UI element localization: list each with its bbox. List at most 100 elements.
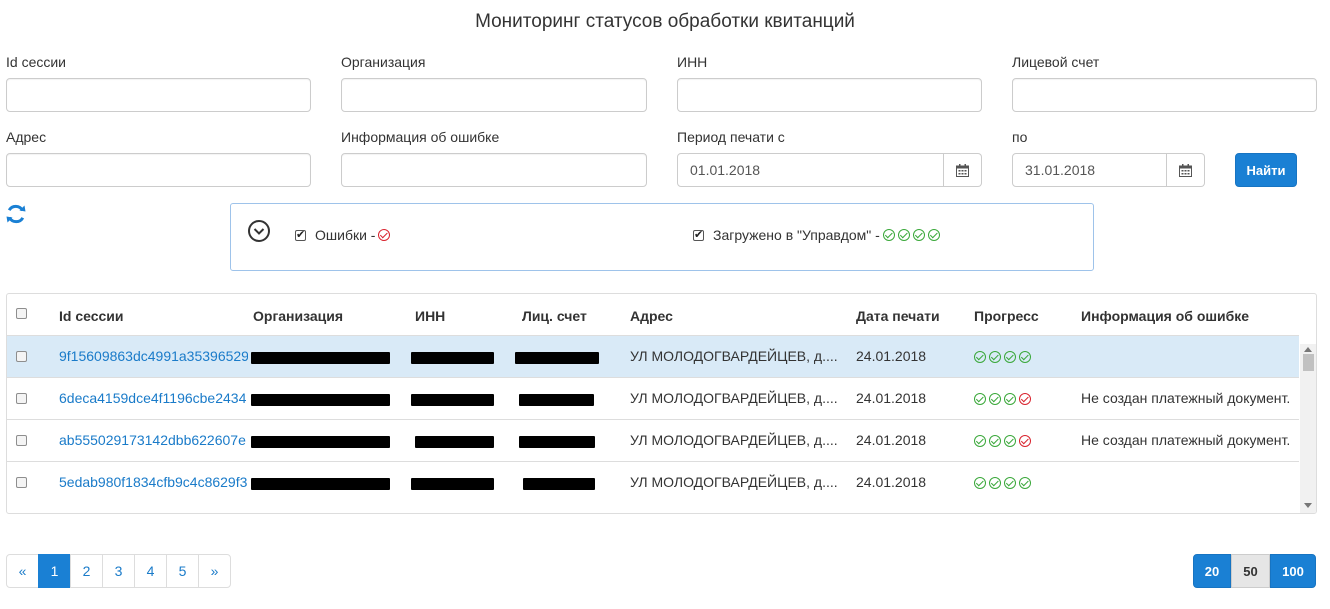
redacted-account [519, 394, 594, 406]
ok-status-icon [974, 393, 986, 406]
calendar-icon [1179, 163, 1192, 177]
page-button-2[interactable]: 2 [70, 554, 103, 588]
ok-status-icon [1004, 477, 1016, 490]
header-inn[interactable]: ИНН [415, 308, 445, 324]
account-input[interactable] [1012, 78, 1317, 112]
session-id-link[interactable]: 9f15609863dc4991a35396529 [59, 336, 248, 377]
header-print-date[interactable]: Дата печати [856, 308, 940, 324]
page-button-3[interactable]: 3 [102, 554, 135, 588]
print-date-cell: 24.01.2018 [856, 390, 927, 406]
page-button-5[interactable]: 5 [166, 554, 199, 588]
ok-status-icon [974, 351, 986, 364]
legend-panel: Ошибки - Загружено в "Управдом" - [230, 203, 1094, 271]
redacted-org [251, 352, 390, 364]
header-org[interactable]: Организация [253, 308, 343, 324]
ok-status-icon [989, 477, 1001, 490]
redacted-inn [415, 436, 494, 448]
error-status-icon [1019, 435, 1031, 448]
session-id-link[interactable]: 6deca4159dce4f1196cbe2434 [59, 378, 248, 419]
session-id-link[interactable]: 5edab980f1834cfb9c4c8629f3 [59, 462, 248, 503]
header-session-id[interactable]: Id сессии [59, 308, 124, 324]
table-row[interactable]: ab555029173142dbb622607e УЛ МОЛОДОГВАРДЕЙ… [7, 419, 1299, 461]
org-label: Организация [341, 54, 426, 70]
ok-status-icon [1004, 351, 1016, 364]
redacted-org [251, 436, 390, 448]
ok-status-icon [974, 435, 986, 448]
redacted-org [251, 478, 390, 490]
row-checkbox[interactable] [16, 351, 27, 362]
period-to-label: по [1012, 129, 1028, 145]
refresh-icon[interactable] [5, 203, 27, 225]
find-button[interactable]: Найти [1235, 153, 1297, 187]
scroll-up-icon[interactable] [1304, 347, 1312, 352]
prev-page-button[interactable]: « [6, 554, 39, 588]
ok-status-icon [989, 393, 1001, 406]
error-info-label: Информация об ошибке [341, 129, 500, 145]
collapse-toggle-icon[interactable] [247, 219, 271, 243]
ok-status-icon [1004, 435, 1016, 448]
session-id-link[interactable]: ab555029173142dbb622607e [59, 420, 248, 461]
progress-cell [974, 462, 1074, 503]
page-size-group: 20 50 100 [1193, 554, 1316, 588]
error-info-input[interactable] [341, 153, 647, 187]
ok-status-icon [989, 351, 1001, 364]
error-info-cell [1081, 336, 1299, 377]
row-checkbox[interactable] [16, 435, 27, 446]
redacted-account [523, 478, 595, 490]
row-checkbox[interactable] [16, 393, 27, 404]
date-from-input[interactable]: 01.01.2018 [677, 153, 944, 187]
error-info-cell: Не создан платежный документ. [1081, 390, 1291, 406]
next-page-button[interactable]: » [198, 554, 231, 588]
redacted-inn [411, 394, 494, 406]
page-button-1[interactable]: 1 [38, 554, 71, 588]
calendar-icon [956, 163, 969, 177]
error-status-icon [1019, 393, 1031, 406]
page-title: Мониторинг статусов обработки квитанций [475, 11, 855, 32]
error-status-icon [378, 229, 391, 241]
redacted-account [515, 352, 599, 364]
sessions-table: Id сессии Организация ИНН Лиц. счет Адре… [6, 293, 1317, 514]
table-row[interactable]: 5edab980f1834cfb9c4c8629f3 УЛ МОЛОДОГВАРД… [7, 461, 1299, 503]
org-input[interactable] [341, 78, 647, 112]
row-checkbox[interactable] [16, 477, 27, 488]
progress-cell [974, 420, 1074, 461]
uploaded-checkbox[interactable] [693, 228, 704, 241]
errors-checkbox[interactable] [295, 228, 306, 241]
table-scrollbar[interactable] [1300, 344, 1316, 513]
ok-status-icon [974, 477, 986, 490]
select-all-checkbox[interactable] [16, 308, 27, 319]
ok-status-icon [989, 435, 1001, 448]
print-date-cell: 24.01.2018 [856, 474, 927, 490]
session-id-input[interactable] [6, 78, 311, 112]
page-button-4[interactable]: 4 [134, 554, 167, 588]
ok-status-icon [912, 229, 925, 241]
date-to-calendar-button[interactable] [1167, 153, 1205, 187]
header-account[interactable]: Лиц. счет [522, 308, 587, 324]
progress-cell [974, 336, 1074, 377]
inn-label: ИНН [677, 54, 708, 70]
address-cell: УЛ МОЛОДОГВАРДЕЙЦЕВ, д.... [630, 432, 838, 448]
page-size-50-button[interactable]: 50 [1231, 554, 1270, 588]
page-size-20-button[interactable]: 20 [1193, 554, 1231, 588]
table-row[interactable]: 6deca4159dce4f1196cbe2434 УЛ МОЛОДОГВАРДЕ… [7, 377, 1299, 419]
uploaded-label: Загружено в "Управдом" - [713, 227, 880, 243]
error-info-cell: Не создан платежный документ. [1081, 432, 1291, 448]
date-to-input[interactable]: 31.01.2018 [1012, 153, 1167, 187]
scroll-down-icon[interactable] [1304, 503, 1312, 508]
date-from-calendar-button[interactable] [944, 153, 982, 187]
address-label: Адрес [6, 129, 47, 145]
account-label: Лицевой счет [1012, 54, 1100, 70]
header-error-info[interactable]: Информация об ошибке [1081, 308, 1249, 324]
address-input[interactable] [6, 153, 311, 187]
header-progress[interactable]: Прогресс [974, 308, 1039, 324]
ok-status-icon [897, 229, 910, 241]
page-size-100-button[interactable]: 100 [1270, 554, 1316, 588]
session-id-label: Id сессии [6, 54, 66, 70]
inn-input[interactable] [677, 78, 982, 112]
header-address[interactable]: Адрес [630, 308, 673, 324]
ok-status-icon [1019, 351, 1031, 364]
legend-errors: Ошибки - [295, 227, 393, 243]
scroll-thumb[interactable] [1303, 354, 1314, 371]
redacted-inn [411, 352, 494, 364]
table-row[interactable]: 9f15609863dc4991a35396529 УЛ МОЛОДОГВАРДЕ… [7, 335, 1299, 377]
